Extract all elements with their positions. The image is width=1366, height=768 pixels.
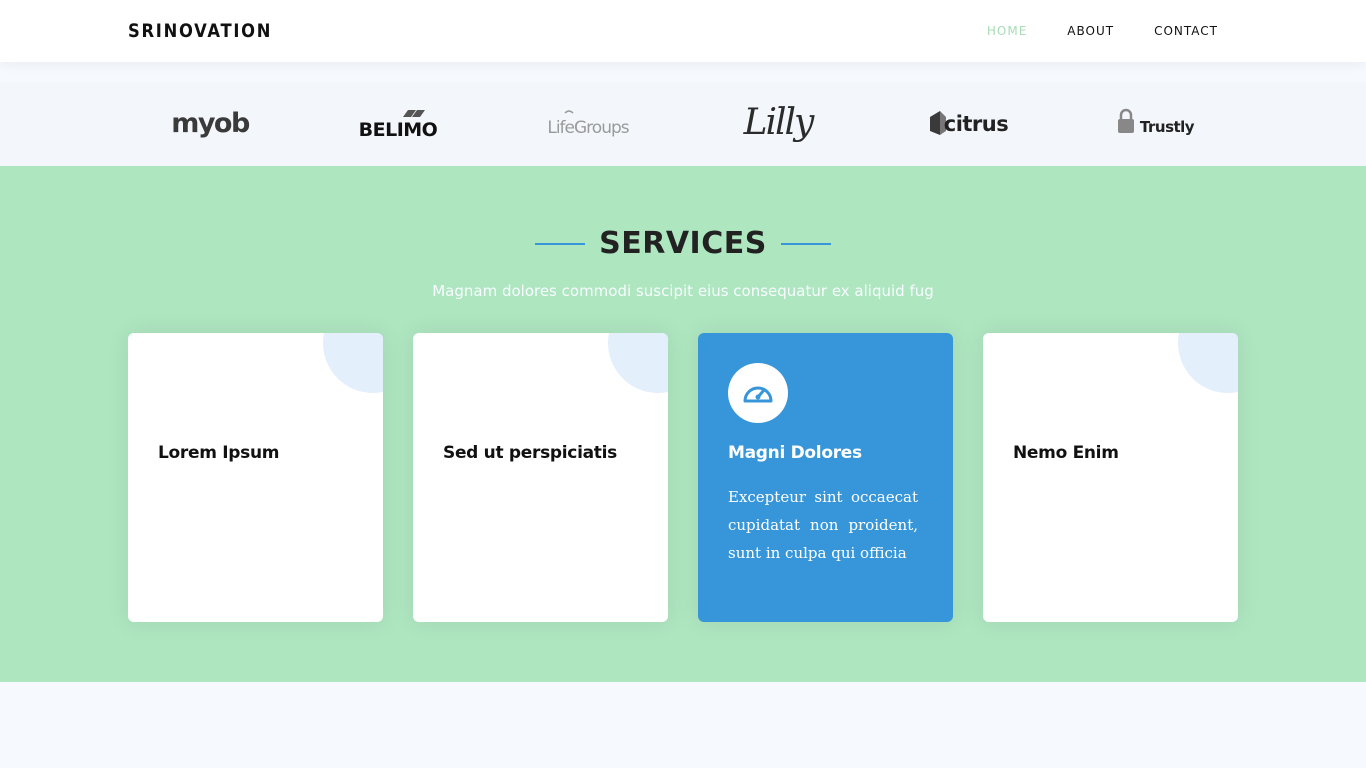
service-card-text: Excepteur sint occaecat cupidatat non pr… [728, 488, 918, 562]
dashboard-icon [728, 363, 788, 423]
svg-text:citrus: citrus [944, 112, 1009, 136]
svg-text:Trustly: Trustly [1140, 118, 1195, 136]
main-nav: HOME ABOUT CONTACT [987, 24, 1218, 38]
client-logo-myob: myob [115, 82, 305, 166]
nav-about[interactable]: ABOUT [1067, 24, 1114, 38]
service-card-sed-ut[interactable]: Sed ut perspiciatis [413, 333, 668, 622]
card-corner-decoration [608, 333, 668, 393]
nav-home[interactable]: HOME [987, 24, 1027, 38]
client-logo-lilly: Lilly [683, 82, 873, 166]
service-card-nemo-enim[interactable]: Nemo Enim [983, 333, 1238, 622]
svg-text:myob: myob [171, 108, 250, 139]
heading-line-left [535, 242, 586, 245]
services-section: SERVICES Magnam dolores commodi suscipit… [0, 166, 1366, 682]
client-logo-citrus: citrus [873, 82, 1063, 166]
heading-line-right [780, 242, 831, 245]
service-card-title: Lorem Ipsum [158, 443, 280, 463]
services-heading: SERVICES [0, 226, 1366, 261]
svg-text:Lilly: Lilly [743, 102, 815, 143]
services-subtitle: Magnam dolores commodi suscipit eius con… [432, 282, 934, 300]
service-card-magni-dolores[interactable]: Magni Dolores Excepteur sint occaecat cu… [698, 333, 953, 622]
services-title: SERVICES [599, 226, 767, 261]
client-logo-trustly: Trustly [1063, 82, 1253, 166]
clients-strip: myob BELIMO LifeGroups Lilly citrus Trus… [0, 82, 1366, 166]
service-card-title: Nemo Enim [1013, 443, 1119, 463]
svg-text:LifeGroups: LifeGroups [547, 118, 629, 138]
client-logo-lifegroups: LifeGroups [493, 82, 683, 166]
card-corner-decoration [1178, 333, 1238, 393]
nav-contact[interactable]: CONTACT [1154, 24, 1218, 38]
client-logo-belimo: BELIMO [303, 82, 493, 166]
card-corner-decoration [323, 333, 383, 393]
service-card-lorem-ipsum[interactable]: Lorem Ipsum [128, 333, 383, 622]
svg-text:BELIMO: BELIMO [359, 119, 438, 141]
site-header: SRINOVATION HOME ABOUT CONTACT [0, 0, 1366, 62]
service-card-title: Magni Dolores [728, 443, 862, 463]
site-logo[interactable]: SRINOVATION [128, 20, 272, 42]
service-card-title: Sed ut perspiciatis [443, 443, 617, 463]
